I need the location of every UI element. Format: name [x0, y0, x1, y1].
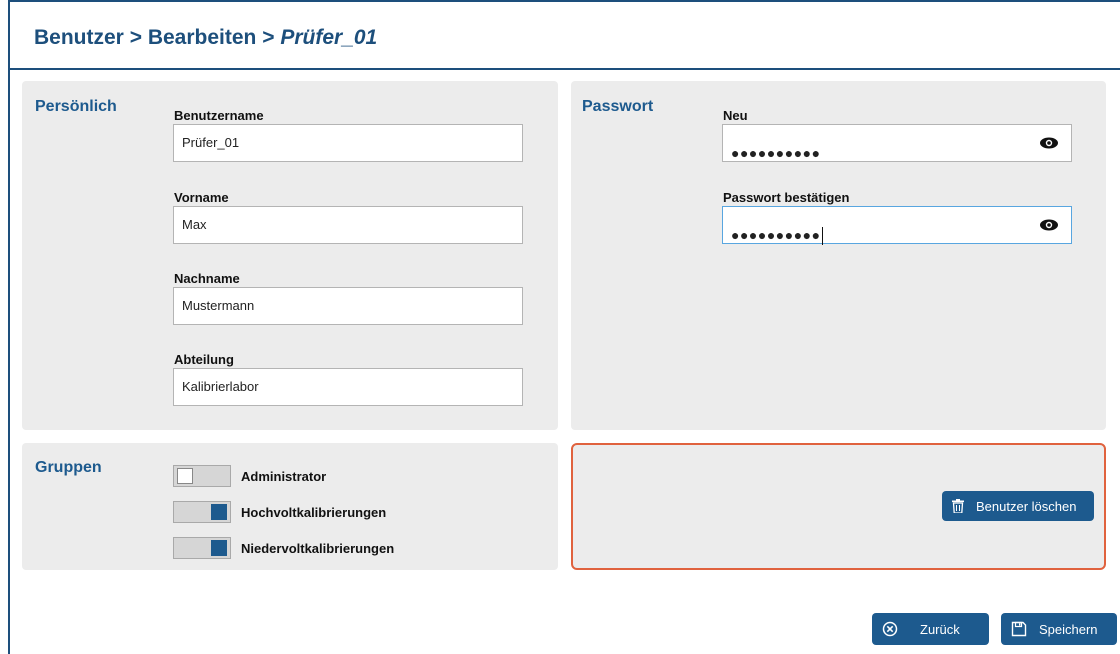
new-password-label: Neu [723, 108, 748, 123]
toggle-knob [177, 468, 193, 484]
save-label: Speichern [1039, 621, 1098, 637]
eye-icon[interactable] [1039, 218, 1059, 232]
group-label-administrator: Administrator [241, 469, 327, 484]
breadcrumb-separator: > [129, 26, 142, 49]
personal-panel-title: Persönlich [35, 98, 117, 115]
username-field[interactable]: Prüfer_01 [173, 124, 523, 162]
toggle-knob [211, 540, 227, 556]
new-password-value: ●●●●●●●●●● [731, 145, 821, 161]
header-divider [8, 68, 1120, 70]
danger-zone-panel: Benutzer löschen [571, 443, 1106, 570]
department-label: Abteilung [174, 352, 234, 367]
new-password-field[interactable]: ●●●●●●●●●● [722, 124, 1072, 162]
password-panel-title: Passwort [582, 98, 654, 115]
confirm-password-field[interactable]: ●●●●●●●●●● [722, 206, 1072, 246]
lastname-field[interactable]: Mustermann [173, 287, 523, 325]
confirm-password-label: Passwort bestätigen [723, 190, 850, 205]
eye-icon[interactable] [1039, 136, 1059, 150]
back-label: Zurück [920, 621, 960, 637]
firstname-label: Vorname [174, 190, 229, 205]
confirm-password-value: ●●●●●●●●●● [731, 217, 823, 253]
groups-panel-title: Gruppen [35, 459, 102, 476]
window-top-border [8, 0, 1120, 2]
group-label-niedervolt: Niedervoltkalibrierungen [241, 541, 395, 556]
breadcrumb-separator: > [262, 26, 275, 49]
back-button[interactable]: Zurück [872, 613, 989, 645]
firstname-field[interactable]: Max [173, 206, 523, 244]
trash-icon [952, 499, 964, 513]
toggle-hochvolt[interactable] [173, 501, 231, 523]
lastname-label: Nachname [174, 271, 240, 286]
delete-user-label: Benutzer löschen [976, 498, 1077, 514]
delete-user-button[interactable]: Benutzer löschen [942, 491, 1094, 521]
department-field[interactable]: Kalibrierlabor [173, 368, 523, 406]
toggle-knob [211, 504, 227, 520]
window-left-border [8, 0, 10, 654]
cancel-circle-icon [882, 621, 898, 637]
breadcrumb: Benutzer > Bearbeiten > Prüfer_01 [34, 26, 377, 50]
text-caret [821, 227, 823, 246]
toggle-administrator[interactable] [173, 465, 231, 487]
personal-panel: Persönlich Benutzername Prüfer_01 Vornam… [22, 81, 558, 430]
group-label-hochvolt: Hochvoltkalibrierungen [241, 505, 387, 520]
groups-panel: Gruppen Administrator Hochvoltkalibrieru… [22, 443, 558, 570]
breadcrumb-edit[interactable]: Bearbeiten [148, 26, 257, 49]
username-label: Benutzername [174, 108, 264, 123]
toggle-niedervolt[interactable] [173, 537, 231, 559]
floppy-disk-icon [1011, 621, 1027, 637]
breadcrumb-current: Prüfer_01 [280, 26, 378, 49]
password-panel: Passwort Neu ●●●●●●●●●● Passwort bestäti… [571, 81, 1106, 430]
breadcrumb-users[interactable]: Benutzer [34, 26, 124, 49]
save-button[interactable]: Speichern [1001, 613, 1117, 645]
